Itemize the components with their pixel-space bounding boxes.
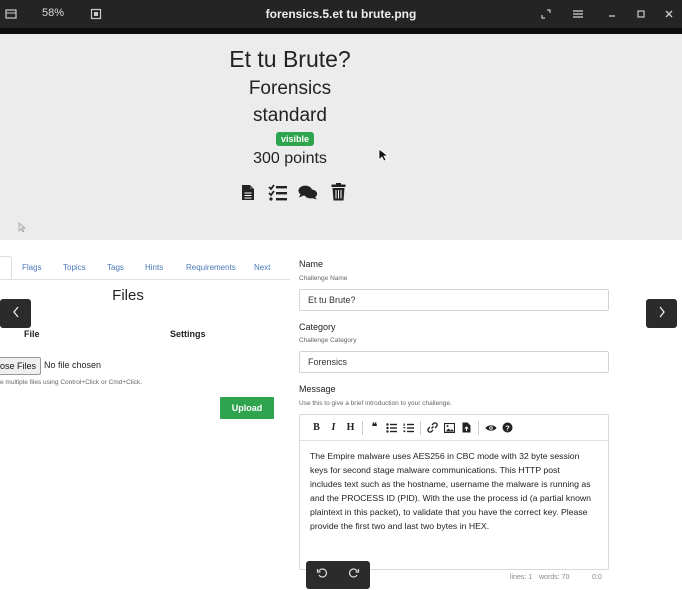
name-label: Name <box>299 259 324 269</box>
message-line: and the PROCESS ID (PID). With the use t… <box>310 493 592 503</box>
hamburger-menu-icon[interactable] <box>570 6 586 22</box>
challenge-category: Forensics <box>248 78 332 99</box>
svg-text:?: ? <box>505 423 510 432</box>
challenge-actions <box>238 182 348 202</box>
category-field[interactable]: Forensics <box>299 351 609 373</box>
name-help: Challenge Name <box>299 275 348 282</box>
challenge-tabs: Flags Topics Tags Hints Requirements Nex… <box>0 256 290 280</box>
message-line: includes text such as the hostname, user… <box>310 479 591 489</box>
visibility-badge: visible <box>276 132 315 146</box>
name-field[interactable]: Et tu Brute? <box>299 289 609 311</box>
tab-files-active[interactable] <box>0 256 12 280</box>
message-label: Message <box>299 384 336 394</box>
files-heading: Files <box>112 287 144 304</box>
image-icon[interactable] <box>441 419 458 436</box>
challenge-title: Et tu Brute? <box>229 46 351 72</box>
editor-status-lines: lines: 1 <box>510 574 533 581</box>
comments-icon[interactable] <box>298 182 318 202</box>
toolbar-separator <box>478 420 479 435</box>
tab-tags[interactable]: Tags <box>107 263 124 272</box>
category-help: Challenge Category <box>299 337 357 344</box>
fullscreen-icon[interactable] <box>538 6 554 22</box>
maximize-icon[interactable] <box>633 6 649 22</box>
message-help: Use this to give a brief introduction to… <box>299 400 452 407</box>
files-column-file: File <box>24 329 40 339</box>
tab-flags[interactable]: Flags <box>22 263 42 272</box>
mouse-cursor-icon <box>378 148 390 167</box>
next-image-button[interactable] <box>646 299 677 328</box>
choose-files-button[interactable]: oose Files <box>0 357 42 375</box>
challenge-points: 300 points <box>253 150 327 167</box>
zoom-level[interactable]: 58% <box>42 7 64 19</box>
chevron-left-icon <box>12 306 20 321</box>
message-line: keys for second stage malware communicat… <box>310 465 560 475</box>
tab-requirements[interactable]: Requirements <box>186 263 236 272</box>
viewer-titlebar: 58% forensics.5.et tu brute.png <box>0 0 682 28</box>
close-icon[interactable] <box>661 6 677 22</box>
no-file-chosen-text: No file chosen <box>44 360 102 370</box>
chevron-right-icon <box>658 306 666 321</box>
message-line: plaintext in this packet), to validate t… <box>310 507 588 517</box>
rotate-controls <box>306 561 370 589</box>
quote-icon[interactable]: ❝ <box>366 419 383 436</box>
message-line: The Empire malware uses AES256 in CBC mo… <box>310 451 580 461</box>
message-line: provide the first two and last two bytes… <box>310 521 490 531</box>
rotate-left-icon[interactable] <box>316 566 328 584</box>
message-editor[interactable]: B I H ❝ ? The Empire malware uses AES256… <box>299 414 609 570</box>
checklist-icon[interactable] <box>268 182 288 202</box>
tab-hints[interactable]: Hints <box>145 263 163 272</box>
files-column-settings: Settings <box>170 329 206 339</box>
preview-eye-icon[interactable] <box>482 419 499 436</box>
numbered-list-icon[interactable] <box>400 419 417 436</box>
challenge-type: standard <box>253 105 327 126</box>
upload-button[interactable]: Upload <box>220 397 274 419</box>
challenge-header: Et tu Brute? Forensics standard visible … <box>0 34 682 240</box>
tabs-divider <box>0 279 290 280</box>
category-label: Category <box>299 322 336 332</box>
previous-image-button[interactable] <box>0 299 31 328</box>
tab-topics[interactable]: Topics <box>63 263 86 272</box>
toolbar-separator <box>420 420 421 435</box>
bold-icon[interactable]: B <box>308 419 325 436</box>
trash-icon[interactable] <box>328 182 348 202</box>
heading-icon[interactable]: H <box>342 419 359 436</box>
tab-next[interactable]: Next <box>254 263 270 272</box>
toolbar-separator <box>362 420 363 435</box>
link-icon[interactable] <box>424 419 441 436</box>
message-text[interactable]: The Empire malware uses AES256 in CBC mo… <box>300 441 608 533</box>
upload-file-icon[interactable] <box>458 419 475 436</box>
minimize-icon[interactable] <box>604 6 620 22</box>
fit-window-icon[interactable] <box>88 6 104 22</box>
italic-icon[interactable]: I <box>325 419 342 436</box>
help-icon[interactable]: ? <box>499 419 516 436</box>
file-icon[interactable] <box>238 182 258 202</box>
editor-toolbar: B I H ❝ ? <box>300 415 608 441</box>
editor-status-cursor: 0:0 <box>592 574 602 581</box>
window-menu-icon[interactable] <box>3 6 19 22</box>
editor-status-words: words: 70 <box>539 574 570 581</box>
files-help-text: e multiple files using Control+Click or … <box>0 379 142 386</box>
ghost-cursor-icon <box>18 220 26 238</box>
bullet-list-icon[interactable] <box>383 419 400 436</box>
rotate-right-icon[interactable] <box>348 566 360 584</box>
